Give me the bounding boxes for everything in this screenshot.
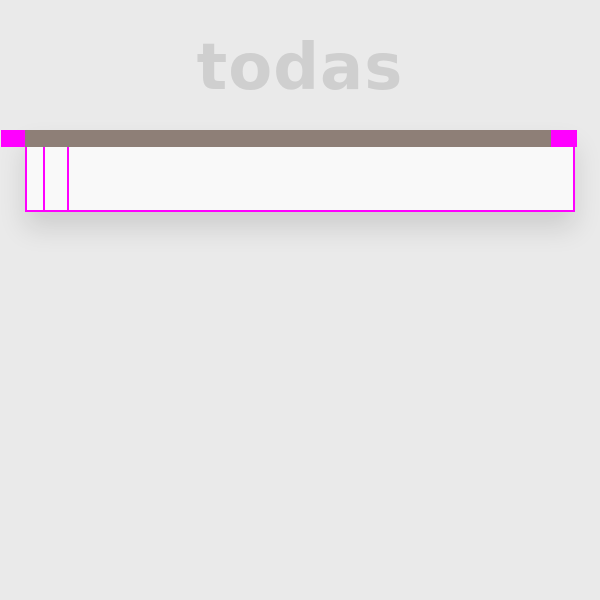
panel-bar-left-accent xyxy=(1,130,25,147)
toggle-all-divider-right xyxy=(67,147,69,212)
app-root: todas xyxy=(0,0,600,600)
panel-bottom-edge xyxy=(25,210,575,212)
page-title: todas xyxy=(196,31,404,105)
todo-input-area[interactable] xyxy=(25,147,575,212)
panel-right-edge xyxy=(573,147,575,212)
todo-panel xyxy=(1,130,577,212)
toggle-all-divider-left xyxy=(43,147,45,212)
panel-header-bar xyxy=(25,130,575,147)
panel-bar-right-accent xyxy=(551,130,577,147)
panel-left-edge xyxy=(25,147,27,212)
